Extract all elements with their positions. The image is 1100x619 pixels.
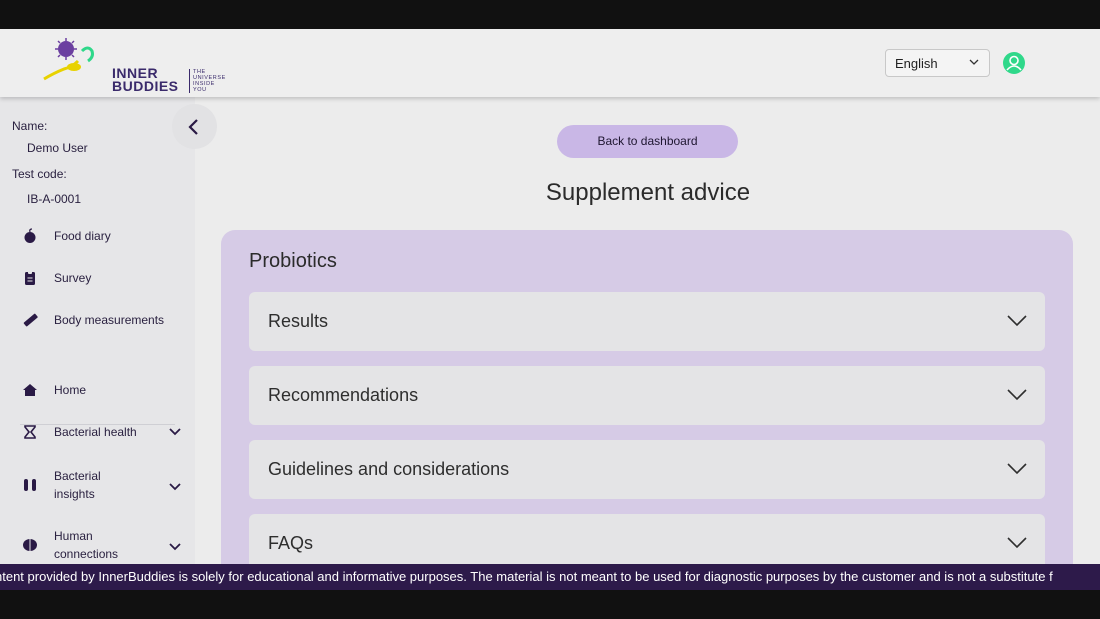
accordion-results[interactable]: Results: [249, 292, 1045, 351]
sidebar-item-label: Food diary: [54, 229, 111, 243]
chevron-down-icon: [969, 59, 979, 65]
app-window: INNER BUDDIES THE UNIVERSE INSIDE YOU En…: [0, 29, 1100, 590]
disclaimer-ticker: ntent provided by InnerBuddies is solely…: [0, 564, 1100, 590]
hourglass-icon: [24, 425, 36, 439]
sidebar-item-label: Home: [54, 383, 87, 397]
user-avatar[interactable]: [1003, 52, 1025, 74]
sidebar-item-body-measurements[interactable]: Body measurements: [22, 308, 192, 332]
sidebar-item-human-connections[interactable]: Human connections: [22, 527, 192, 567]
apple-icon: [24, 228, 36, 243]
name-value: Demo User: [27, 141, 88, 155]
name-label: Name:: [12, 119, 48, 133]
test-code-value: IB-A-0001: [27, 192, 82, 206]
accordion-guidelines[interactable]: Guidelines and considerations: [249, 440, 1045, 499]
language-select-value: English: [895, 56, 938, 71]
chevron-left-icon: [188, 119, 198, 135]
page-title: Supplement advice: [545, 179, 751, 206]
logo-tagline: THE UNIVERSE INSIDE YOU: [189, 69, 229, 93]
sidebar-item-bacterial-health[interactable]: Bacterial health: [22, 420, 192, 444]
disclaimer-text: ntent provided by InnerBuddies is solely…: [0, 569, 1053, 584]
sidebar-item-bacterial-insights[interactable]: Bacterial insights: [22, 467, 192, 507]
user-circle-icon: [1006, 55, 1022, 71]
test-tubes-icon: [24, 479, 36, 491]
back-to-dashboard-button[interactable]: Back to dashboard: [557, 125, 738, 158]
sidebar: Name: Demo User Test code: IB-A-0001 Foo…: [0, 97, 195, 590]
sidebar-item-label: Bacterial health: [54, 425, 137, 439]
accordion-label: Guidelines and considerations: [268, 459, 510, 479]
chevron-down-icon[interactable]: [168, 426, 182, 436]
sidebar-item-survey[interactable]: Survey: [22, 266, 192, 290]
language-select[interactable]: English: [885, 49, 990, 77]
test-code-label: Test code:: [12, 167, 67, 181]
chevron-down-icon: [1007, 463, 1027, 475]
sidebar-item-label: Survey: [54, 271, 92, 285]
sidebar-item-label: Bacterial insights: [54, 469, 101, 501]
chevron-down-icon: [1007, 537, 1027, 549]
accordion-label: FAQs: [268, 533, 314, 553]
logo-word-buddies: BUDDIES: [112, 78, 179, 94]
sidebar-item-label: Human connections: [54, 529, 119, 561]
microbe-logo-icon: [43, 38, 94, 81]
collapse-sidebar-button[interactable]: [172, 104, 217, 149]
top-bar: INNER BUDDIES THE UNIVERSE INSIDE YOU En…: [0, 29, 1100, 97]
chevron-down-icon: [1007, 389, 1027, 401]
chevron-down-icon[interactable]: [168, 481, 182, 491]
accordion-label: Results: [268, 311, 329, 331]
sidebar-item-food-diary[interactable]: Food diary: [22, 224, 192, 248]
section-title: Probiotics: [249, 250, 337, 272]
chevron-down-icon[interactable]: [168, 541, 182, 551]
accordion-recommendations[interactable]: Recommendations: [249, 366, 1045, 425]
chevron-down-icon: [1007, 315, 1027, 327]
probiotics-panel: Probiotics Results Recommendations Guide…: [221, 230, 1073, 590]
ruler-icon: [23, 313, 38, 327]
sidebar-item-label: Body measurements: [54, 313, 165, 327]
accordion-label: Recommendations: [268, 385, 419, 405]
sidebar-item-home[interactable]: Home: [22, 378, 192, 402]
clipboard-icon: [25, 271, 35, 285]
home-icon: [23, 384, 37, 396]
brain-icon: [23, 539, 37, 551]
brand-logo[interactable]: INNER BUDDIES THE UNIVERSE INSIDE YOU: [36, 37, 225, 93]
